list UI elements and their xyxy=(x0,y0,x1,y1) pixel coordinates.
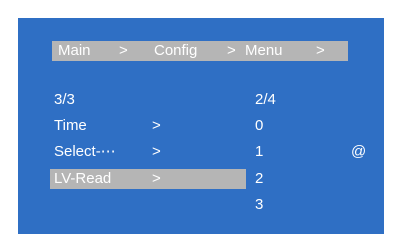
menu-item-arrow: > xyxy=(152,117,161,134)
value-item: 1 xyxy=(255,143,264,160)
breadcrumb-separator: > xyxy=(227,42,236,59)
page-indicator: 3/3 xyxy=(54,91,75,108)
breadcrumb: Main > Config > Menu > xyxy=(52,41,348,61)
breadcrumb-main[interactable]: Main xyxy=(58,41,91,61)
menu-item-arrow: > xyxy=(152,143,161,160)
value-item: 3 xyxy=(255,196,264,213)
lcd-screen: Main > Config > Menu > 3/3 2/4 Time > Se… xyxy=(18,18,384,234)
menu-item-time[interactable]: Time xyxy=(54,116,87,135)
breadcrumb-separator: > xyxy=(119,42,128,59)
breadcrumb-config[interactable]: Config xyxy=(154,41,197,61)
breadcrumb-separator: > xyxy=(316,42,325,59)
value-item: 2 xyxy=(255,170,264,187)
menu-item-arrow: > xyxy=(152,170,161,187)
cursor-at-symbol: @ xyxy=(351,143,367,160)
value-item: 0 xyxy=(255,117,264,134)
value-page-indicator: 2/4 xyxy=(255,91,276,108)
menu-item-select[interactable]: Select-⋯ xyxy=(54,142,116,161)
menu-item-lv-read[interactable]: LV-Read xyxy=(54,169,111,188)
breadcrumb-menu[interactable]: Menu xyxy=(245,41,283,61)
